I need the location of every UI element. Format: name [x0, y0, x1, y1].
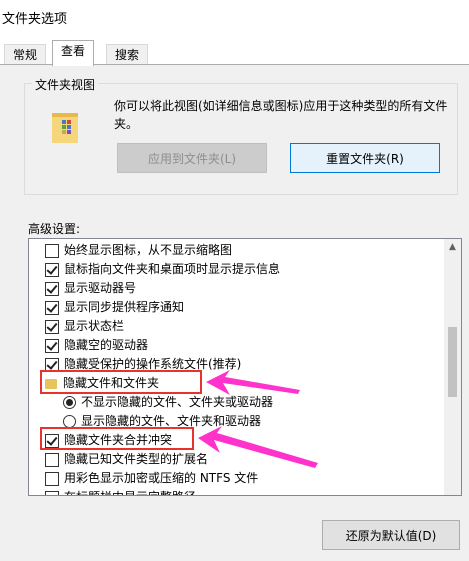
annotation-arrows	[198, 370, 318, 468]
annotation-arrow-icon	[206, 370, 300, 395]
annotation-arrow-icon	[198, 426, 318, 468]
tab-view-label: 查看	[61, 44, 86, 58]
tab-view[interactable]: 查看	[52, 40, 95, 66]
restore-defaults-button[interactable]: 还原为默认值(D)	[322, 520, 460, 550]
